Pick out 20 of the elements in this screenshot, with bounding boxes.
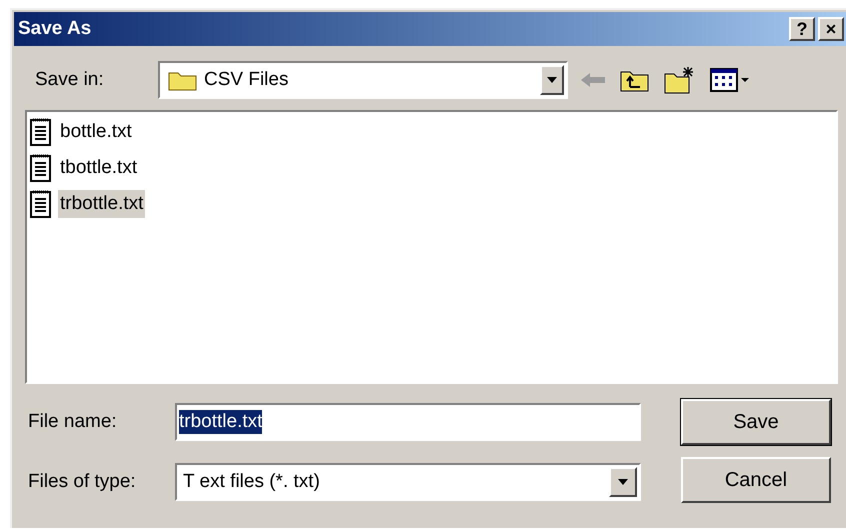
save-in-value: CSV Files	[204, 68, 290, 92]
text-file-icon	[30, 117, 52, 147]
close-button[interactable]: ×	[818, 17, 844, 41]
cancel-button[interactable]: Cancel	[681, 457, 831, 503]
new-folder-icon[interactable]	[664, 66, 696, 94]
window-title: Save As	[18, 16, 92, 41]
text-file-icon	[30, 189, 52, 219]
help-button[interactable]: ?	[789, 17, 815, 41]
file-type-value: T ext files (*. txt)	[183, 470, 321, 494]
file-item[interactable]: trbottle.txt	[58, 190, 146, 218]
file-name-field[interactable]: trbottle.txt	[175, 403, 641, 441]
save-in-label: Save in:	[35, 68, 105, 92]
view-menu-icon[interactable]	[710, 68, 750, 92]
file-type-dropdown[interactable]: T ext files (*. txt)	[175, 463, 641, 501]
file-type-label: Files of type:	[28, 470, 137, 494]
save-button[interactable]: Save	[681, 399, 831, 445]
save-in-dropdown[interactable]: CSV Files	[158, 61, 568, 99]
text-file-icon	[30, 153, 52, 183]
file-name-value: trbottle.txt	[179, 410, 262, 434]
file-name-label: File name:	[28, 410, 118, 434]
